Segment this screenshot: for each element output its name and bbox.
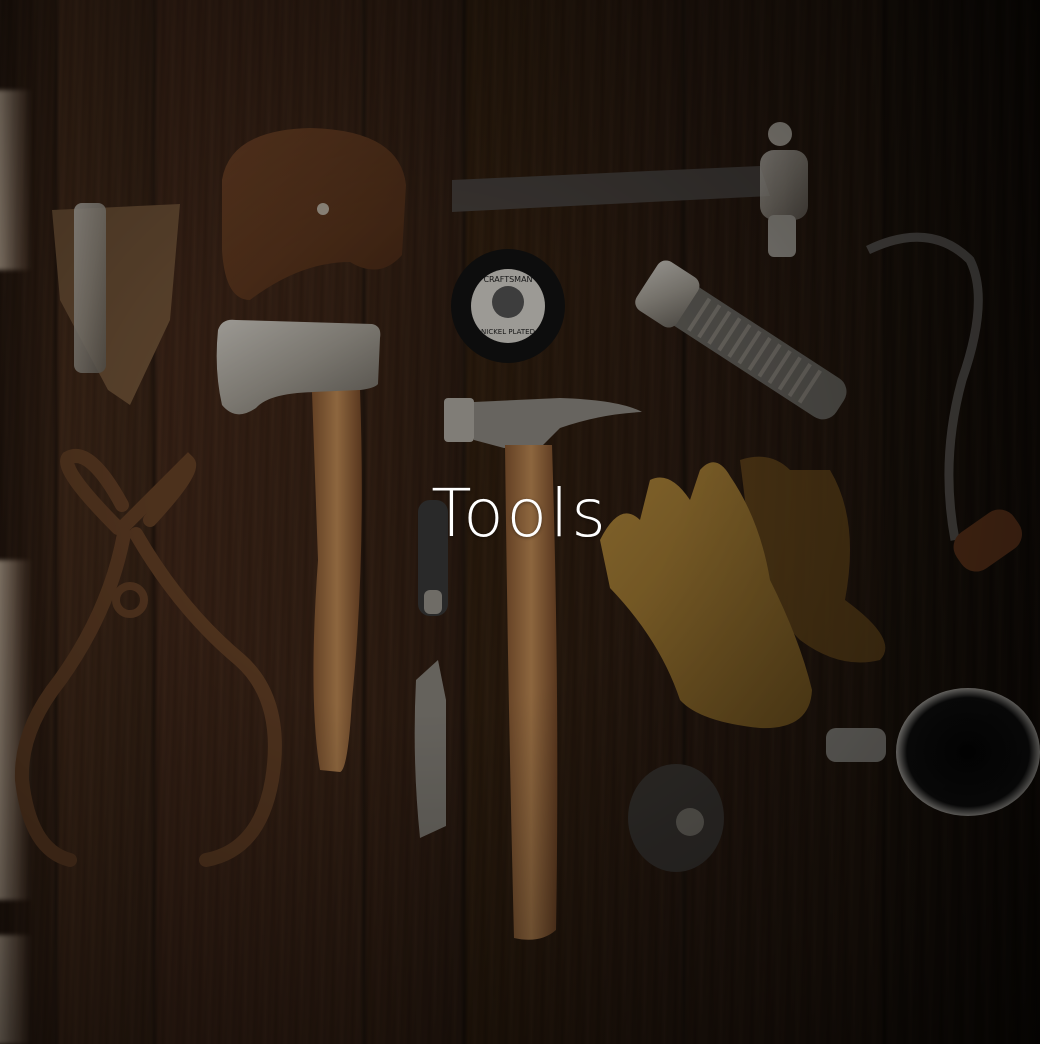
leather-pouch — [52, 203, 180, 405]
utility-knife — [414, 660, 446, 838]
oil-can — [628, 764, 724, 872]
metal-mug — [826, 688, 1040, 816]
category-tile-tools[interactable]: CRAFTSMAN NICKEL PLATED Tools — [0, 0, 1040, 1044]
tape-measure: CRAFTSMAN NICKEL PLATED — [451, 249, 565, 363]
tape-label-top: CRAFTSMAN — [483, 275, 532, 284]
ball-peen-hammer — [452, 122, 808, 257]
tile-title: Tools — [431, 475, 609, 552]
tape-label-bottom: NICKEL PLATED — [481, 328, 535, 336]
flashlight — [635, 260, 847, 420]
axe-sheath — [222, 128, 406, 300]
